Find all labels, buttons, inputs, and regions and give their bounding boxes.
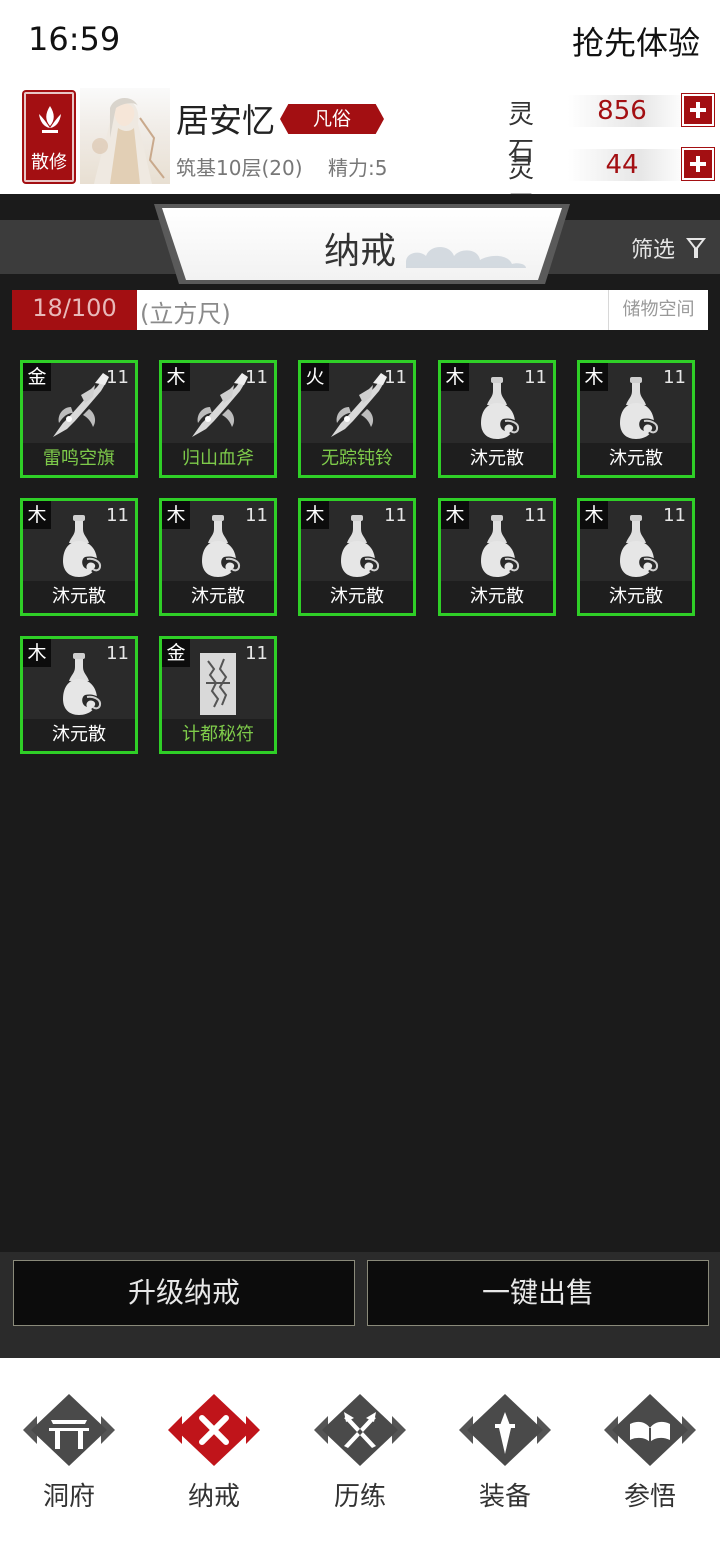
open-book-icon [604,1394,696,1466]
avatar[interactable] [80,88,170,184]
item-level: 11 [384,505,407,526]
resource-value: 856 [597,96,647,126]
avatar-portrait-icon [92,97,165,184]
inventory-item[interactable]: 木 11 沐元散 [577,498,695,616]
nav-item-canwu[interactable]: 参悟 [595,1384,705,1524]
element-badge: 木 [162,501,190,529]
nav-item-najie[interactable]: 纳戒 [159,1384,269,1524]
filter-label: 筛选 [630,238,675,263]
add-spirit-jade-button[interactable] [682,148,714,180]
gate-icon [23,1394,115,1466]
energy-value: 精力:5 [328,156,388,180]
player-name: 居安忆 [176,101,275,140]
item-level: 11 [245,643,268,664]
element-badge: 木 [162,363,190,391]
inventory-item[interactable]: 木 11 沐元散 [577,360,695,478]
capacity-unit: (立方尺) [140,300,231,328]
dagger-icon [459,1394,551,1466]
item-name: 沐元散 [23,581,135,613]
item-name: 归山血斧 [162,443,274,475]
cultivation-realm: 筑基10层(20) [176,156,303,180]
inventory-item[interactable]: 木 11 沐元散 [20,498,138,616]
item-name: 沐元散 [23,719,135,751]
sect-badge[interactable]: 散修 [24,92,74,182]
item-name: 沐元散 [580,581,692,613]
inventory-grid: 金 11 雷鸣空旗 木 11 归山血斧 火 11 无踪钝铃 木 11 沐元散 木… [0,340,720,1252]
lotus-icon [39,106,61,133]
element-badge: 木 [580,501,608,529]
item-name: 计都秘符 [162,719,274,751]
rank-badge: 凡俗 [280,104,384,134]
resource-value: 44 [605,150,639,180]
item-level: 11 [524,505,547,526]
item-level: 11 [245,367,268,388]
status-bar: 16:59 抢先体验 [0,0,720,82]
nav-label: 参悟 [623,1482,676,1512]
nav-label: 装备 [478,1482,531,1512]
element-badge: 木 [301,501,329,529]
element-badge: 木 [441,363,469,391]
inventory-item[interactable]: 木 11 沐元散 [159,498,277,616]
element-badge: 金 [162,639,190,667]
status-time: 16:59 [28,20,121,58]
item-name: 沐元散 [441,443,553,475]
inventory-item[interactable]: 木 11 沐元散 [298,498,416,616]
close-icon [168,1394,260,1466]
inventory-item[interactable]: 金 11 计都秘符 [159,636,277,754]
storage-space-button[interactable]: 储物空间 [608,290,708,330]
item-name: 沐元散 [301,581,413,613]
filter-icon [686,238,706,258]
nav-label: 纳戒 [187,1482,240,1512]
nav-item-zhuangbei[interactable]: 装备 [450,1384,560,1524]
player-header: 散修 居安忆 凡俗 筑基10层(20) 精力:5 灵石 856 灵玉 44 [0,82,720,221]
early-access-button[interactable]: 抢先体验 [572,18,700,64]
crossed-swords-icon [314,1394,406,1466]
inventory-item[interactable]: 木 11 归山血斧 [159,360,277,478]
element-badge: 木 [580,363,608,391]
page-title: 纳戒 [323,231,396,272]
element-badge: 木 [441,501,469,529]
upgrade-ring-button[interactable]: 升级纳戒 [13,1260,355,1326]
item-name: 沐元散 [580,443,692,475]
sect-label: 散修 [31,152,67,173]
capacity-value: 18/100 [32,294,117,322]
item-level: 11 [384,367,407,388]
inventory-item[interactable]: 木 11 沐元散 [20,636,138,754]
nav-label: 历练 [333,1482,386,1512]
filter-button[interactable]: 筛选 [631,232,706,264]
item-name: 沐元散 [162,581,274,613]
add-spirit-stone-button[interactable] [682,94,714,126]
inventory-item[interactable]: 木 11 沐元散 [438,498,556,616]
item-level: 11 [245,505,268,526]
inventory-item[interactable]: 火 11 无踪钝铃 [298,360,416,478]
item-level: 11 [106,505,129,526]
item-level: 11 [524,367,547,388]
element-badge: 木 [23,501,51,529]
element-badge: 金 [23,363,51,391]
item-level: 11 [106,643,129,664]
sell-all-button[interactable]: 一键出售 [367,1260,709,1326]
action-bar: 升级纳戒 一键出售 [0,1252,720,1358]
element-badge: 木 [23,639,51,667]
nav-label: 洞府 [42,1482,95,1512]
item-level: 11 [663,505,686,526]
item-name: 雷鸣空旗 [23,443,135,475]
nav-item-dongfu[interactable]: 洞府 [14,1384,124,1524]
bottom-nav: 洞府 纳戒 历练 装备 参悟 [0,1358,720,1544]
item-name: 沐元散 [441,581,553,613]
capacity-bar: 18/100 (立方尺) 储物空间 [12,290,708,330]
item-level: 11 [663,367,686,388]
inventory-item[interactable]: 木 11 沐元散 [438,360,556,478]
item-name: 无踪钝铃 [301,443,413,475]
title-bar: 纳戒 筛选 18/100 (立方尺) 储物空间 [0,194,720,340]
inventory-item[interactable]: 金 11 雷鸣空旗 [20,360,138,478]
item-level: 11 [106,367,129,388]
element-badge: 火 [301,363,329,391]
nav-item-lilian[interactable]: 历练 [305,1384,415,1524]
